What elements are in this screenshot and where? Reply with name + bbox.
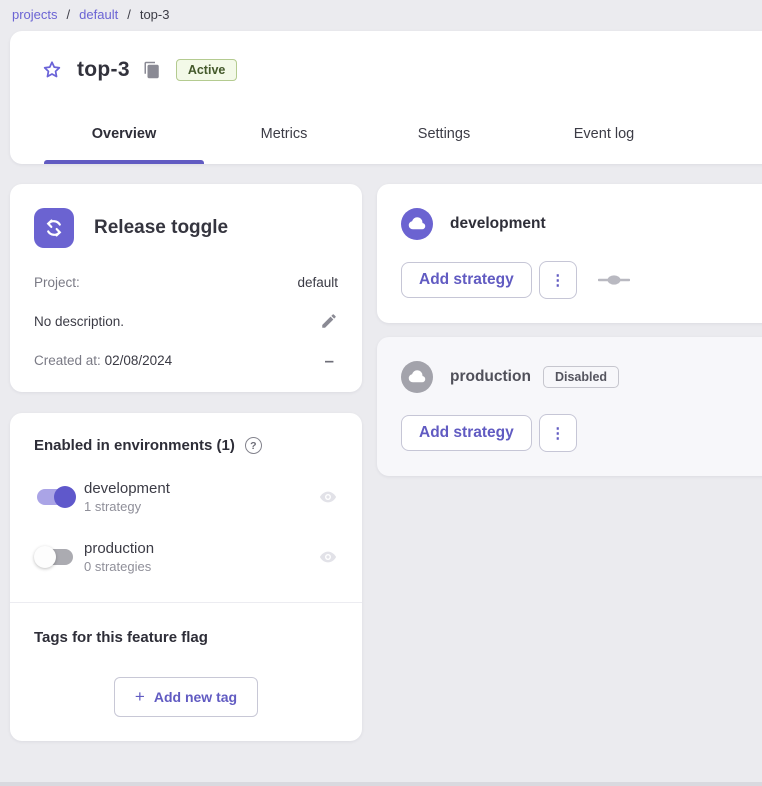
right-column: development Add strategy ⋮: [377, 184, 762, 476]
edit-description-button[interactable]: [320, 312, 338, 330]
add-strategy-button[interactable]: Add strategy: [401, 262, 532, 298]
environment-toggle-production[interactable]: [34, 546, 76, 568]
copy-name-button[interactable]: [143, 61, 161, 79]
environment-card-development: development Add strategy ⋮: [377, 184, 762, 323]
add-new-tag-label: Add new tag: [154, 689, 237, 705]
environment-avatar: [401, 208, 433, 240]
breadcrumb-separator: /: [127, 7, 131, 22]
copy-icon: [143, 61, 161, 79]
tab-event-log-label: Event log: [574, 126, 634, 142]
environment-row-development: development 1 strategy: [34, 480, 338, 514]
eye-icon: [318, 547, 338, 567]
feature-tabs: Overview Metrics Settings Event log: [10, 103, 762, 164]
environments-heading-row: Enabled in environments (1) ?: [34, 437, 338, 454]
view-environment-button[interactable]: [318, 547, 338, 567]
kebab-menu-icon: ⋮: [550, 273, 565, 288]
project-value: default: [297, 275, 338, 290]
environment-labels: development 1 strategy: [84, 480, 170, 514]
tab-overview[interactable]: Overview: [44, 103, 204, 164]
created-label: Created at:: [34, 353, 101, 368]
active-tab-indicator: [44, 160, 204, 164]
overview-content: Release toggle Project: default No descr…: [10, 184, 762, 741]
view-environment-button[interactable]: [318, 487, 338, 507]
environment-labels: production 0 strategies: [84, 540, 154, 574]
kebab-menu-icon: ⋮: [550, 426, 565, 441]
environment-card-header: development: [401, 208, 762, 240]
feature-title-row: top-3 Active: [10, 31, 762, 82]
breadcrumb: projects / default / top-3: [0, 0, 762, 22]
project-label: Project:: [34, 275, 80, 290]
page-title: top-3: [77, 58, 130, 82]
breadcrumb-current-page: top-3: [140, 7, 170, 22]
environment-strategy-count: 1 strategy: [84, 499, 170, 514]
status-badge: Active: [176, 59, 238, 81]
eye-icon: [318, 487, 338, 507]
environment-avatar: [401, 361, 433, 393]
environment-strategy-count: 0 strategies: [84, 559, 154, 574]
release-toggle-icon-badge: [34, 208, 74, 248]
add-strategy-button[interactable]: Add strategy: [401, 415, 532, 451]
description-text: No description.: [34, 314, 124, 329]
created-value: 02/08/2024: [105, 353, 173, 368]
flag-type-title: Release toggle: [94, 217, 228, 239]
environment-menu-button[interactable]: ⋮: [539, 261, 577, 299]
project-row: Project: default: [34, 275, 338, 290]
breadcrumb-link-projects[interactable]: projects: [12, 7, 58, 22]
flag-type-row: Release toggle: [34, 208, 338, 248]
tab-event-log[interactable]: Event log: [524, 103, 684, 164]
environment-menu-button[interactable]: ⋮: [539, 414, 577, 452]
cloud-icon: [408, 215, 426, 233]
environment-card-name: production: [450, 368, 531, 386]
tab-metrics[interactable]: Metrics: [204, 103, 364, 164]
environments-panel-card: Enabled in environments (1) ? developmen…: [10, 413, 362, 741]
tab-settings[interactable]: Settings: [364, 103, 524, 164]
toggle-thumb: [54, 486, 76, 508]
disabled-badge: Disabled: [543, 366, 619, 388]
panel-divider: [10, 602, 362, 603]
environment-name: production: [84, 540, 154, 557]
plus-icon: +: [135, 687, 145, 707]
toggle-thumb: [34, 546, 56, 568]
page-bottom-edge: [0, 782, 762, 786]
environment-card-name: development: [450, 215, 546, 233]
breadcrumb-link-default[interactable]: default: [79, 7, 118, 22]
flag-metadata-card: Release toggle Project: default No descr…: [10, 184, 362, 392]
cloud-icon: [408, 368, 426, 386]
environment-row-production: production 0 strategies: [34, 540, 338, 574]
help-icon[interactable]: ?: [245, 437, 262, 454]
tags-section-title: Tags for this feature flag: [34, 629, 338, 646]
tab-settings-label: Settings: [418, 126, 470, 142]
tab-overview-label: Overview: [92, 126, 157, 142]
feature-header-card: top-3 Active Overview Metrics Settings E…: [10, 31, 762, 164]
environment-actions-row: Add strategy ⋮: [401, 414, 762, 452]
strategy-connector-icon: [598, 274, 630, 286]
breadcrumb-separator: /: [67, 7, 71, 22]
add-new-tag-button[interactable]: + Add new tag: [114, 677, 258, 717]
created-row: Created at: 02/08/2024 –: [34, 353, 338, 368]
environment-card-production: production Disabled Add strategy ⋮: [377, 337, 762, 476]
tab-metrics-label: Metrics: [261, 126, 308, 142]
pencil-icon: [320, 312, 338, 330]
environment-card-header: production Disabled: [401, 361, 762, 393]
star-outline-icon: [41, 59, 63, 81]
sync-arrows-icon: [42, 216, 66, 240]
left-column: Release toggle Project: default No descr…: [10, 184, 362, 741]
description-row: No description.: [34, 312, 338, 330]
environment-actions-row: Add strategy ⋮: [401, 261, 762, 299]
environments-panel-title: Enabled in environments (1): [34, 437, 235, 454]
environment-toggle-development[interactable]: [34, 486, 76, 508]
favorite-button[interactable]: [40, 58, 64, 82]
collapse-card-button[interactable]: –: [321, 354, 338, 368]
environment-name: development: [84, 480, 170, 497]
